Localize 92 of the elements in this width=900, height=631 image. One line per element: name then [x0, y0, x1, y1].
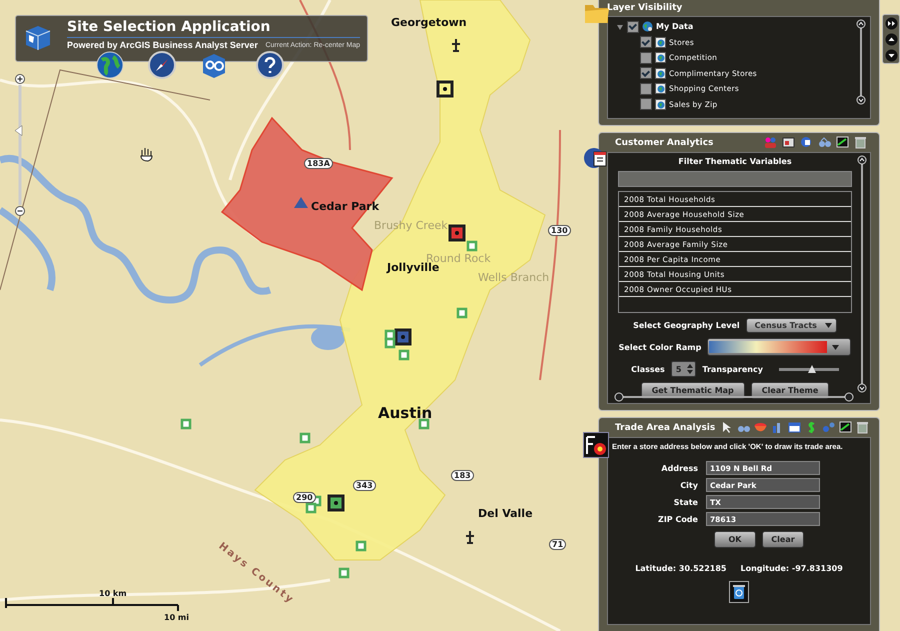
place-label: Wells Branch	[478, 271, 550, 284]
binoculars-icon[interactable]	[818, 136, 831, 149]
field-label: City	[679, 480, 698, 490]
layer-icon	[655, 52, 666, 63]
square-marker-icon	[338, 568, 350, 578]
checkbox[interactable]	[640, 82, 652, 94]
highway-shield: 183A	[304, 158, 333, 169]
square-marker-icon	[398, 350, 410, 360]
checkbox[interactable]	[640, 36, 652, 48]
square-marker-icon	[306, 502, 316, 514]
highway-shield: 71	[549, 539, 566, 550]
slider-thumb[interactable]	[14, 125, 22, 136]
field-label: Select Color Ramp	[618, 342, 702, 352]
zoom-out-icon[interactable]	[15, 206, 25, 216]
store-marker-icon	[448, 224, 466, 242]
highway-shield: 290	[293, 492, 316, 503]
lake-shape	[311, 326, 345, 350]
triangle-icon	[294, 197, 308, 208]
fast-forward-icon[interactable]	[884, 16, 898, 30]
square-marker-icon	[384, 338, 396, 348]
caret-icon	[832, 344, 840, 350]
highway-shield: 183	[451, 470, 474, 481]
place-label: Georgetown	[391, 16, 467, 29]
field-label: State	[672, 498, 698, 506]
square-marker-icon	[418, 418, 430, 430]
color-ramp-dropdown[interactable]	[707, 338, 852, 356]
window-icon[interactable]	[782, 136, 795, 149]
store-marker-icon	[328, 494, 344, 512]
filter-title: Filter Thematic Variables	[678, 157, 792, 166]
square-marker-icon	[456, 308, 468, 318]
layer-icon	[655, 36, 666, 48]
square-marker-icon	[300, 432, 310, 444]
spinner-arrows-icon	[687, 363, 694, 375]
cube-globe-icon	[23, 23, 53, 53]
checkbox[interactable]	[640, 67, 652, 79]
globe-window-icon[interactable]	[800, 136, 813, 149]
layer-group-label[interactable]: My Data	[656, 22, 694, 31]
place-label: Austin	[378, 404, 432, 422]
field-label: Select Geography Level	[633, 321, 740, 330]
hand-cursor-icon	[140, 148, 152, 162]
form-button[interactable]: Clear	[762, 531, 804, 548]
highway-shield: 130	[548, 225, 571, 236]
place-label: Cedar Park	[311, 200, 380, 213]
trash-icon[interactable]	[854, 136, 867, 149]
table-icon[interactable]	[788, 421, 801, 434]
square-marker-icon	[466, 240, 478, 252]
vertical-scrollbar[interactable]	[856, 19, 866, 105]
dropdown-value: Census Tracts	[754, 321, 817, 330]
zoom-in-icon[interactable]	[15, 74, 25, 84]
expand-triangle-icon[interactable]	[616, 22, 624, 30]
zoom-slider[interactable]	[14, 85, 22, 205]
layer-icon	[655, 68, 666, 78]
classes-spinner[interactable]: 5	[670, 361, 696, 377]
square-marker-icon	[384, 330, 396, 340]
checkbox[interactable]	[627, 20, 639, 32]
place-label: Del Valle	[478, 507, 533, 520]
scale-label: 10 mi	[164, 613, 189, 622]
chart-icon[interactable]	[839, 421, 852, 434]
caret-icon	[824, 323, 832, 328]
square-marker-icon	[356, 540, 366, 552]
field-label: Classes	[631, 364, 665, 374]
pointer-icon[interactable]	[720, 421, 733, 434]
field-label: Transparency	[702, 364, 763, 374]
recycle-bin-icon[interactable]	[729, 581, 749, 603]
square-marker-icon	[180, 418, 192, 430]
field-label: ZIP Code	[658, 514, 698, 524]
longitude-text: Longitude: -97.831309	[740, 564, 843, 573]
filter-field[interactable]	[618, 171, 852, 187]
latitude-text: Latitude: 30.522185	[635, 564, 726, 573]
trash-icon[interactable]	[856, 421, 869, 434]
scale-label: 10 km	[99, 589, 127, 598]
highway-shield: 343	[353, 480, 376, 491]
app-title: Site Selection Application	[67, 19, 270, 35]
vertical-scrollbar[interactable]	[857, 155, 867, 393]
globe-gear-icon	[642, 21, 653, 32]
form-button[interactable]: OK	[714, 531, 756, 548]
layer-icon	[655, 98, 666, 110]
store-marker-icon	[394, 328, 412, 346]
spinner-value: 5	[676, 364, 682, 374]
geography-dropdown[interactable]: Census Tracts	[746, 318, 837, 333]
layer-icon	[655, 83, 666, 94]
checkbox[interactable]	[640, 52, 652, 64]
place-label: Jollyville	[387, 261, 440, 274]
store-marker-icon	[436, 80, 454, 98]
panel-title: Trade Area Analysis	[615, 422, 716, 432]
globe-icon[interactable]	[96, 51, 124, 79]
field-label: Address	[660, 464, 698, 472]
chart-icon[interactable]	[836, 136, 849, 149]
app-subtitle: Powered by ArcGIS Business Analyst Server	[67, 40, 258, 50]
panel-title: Layer Visibility	[607, 3, 684, 13]
checkbox[interactable]	[640, 98, 652, 110]
panel-title: Customer Analytics	[615, 138, 714, 148]
